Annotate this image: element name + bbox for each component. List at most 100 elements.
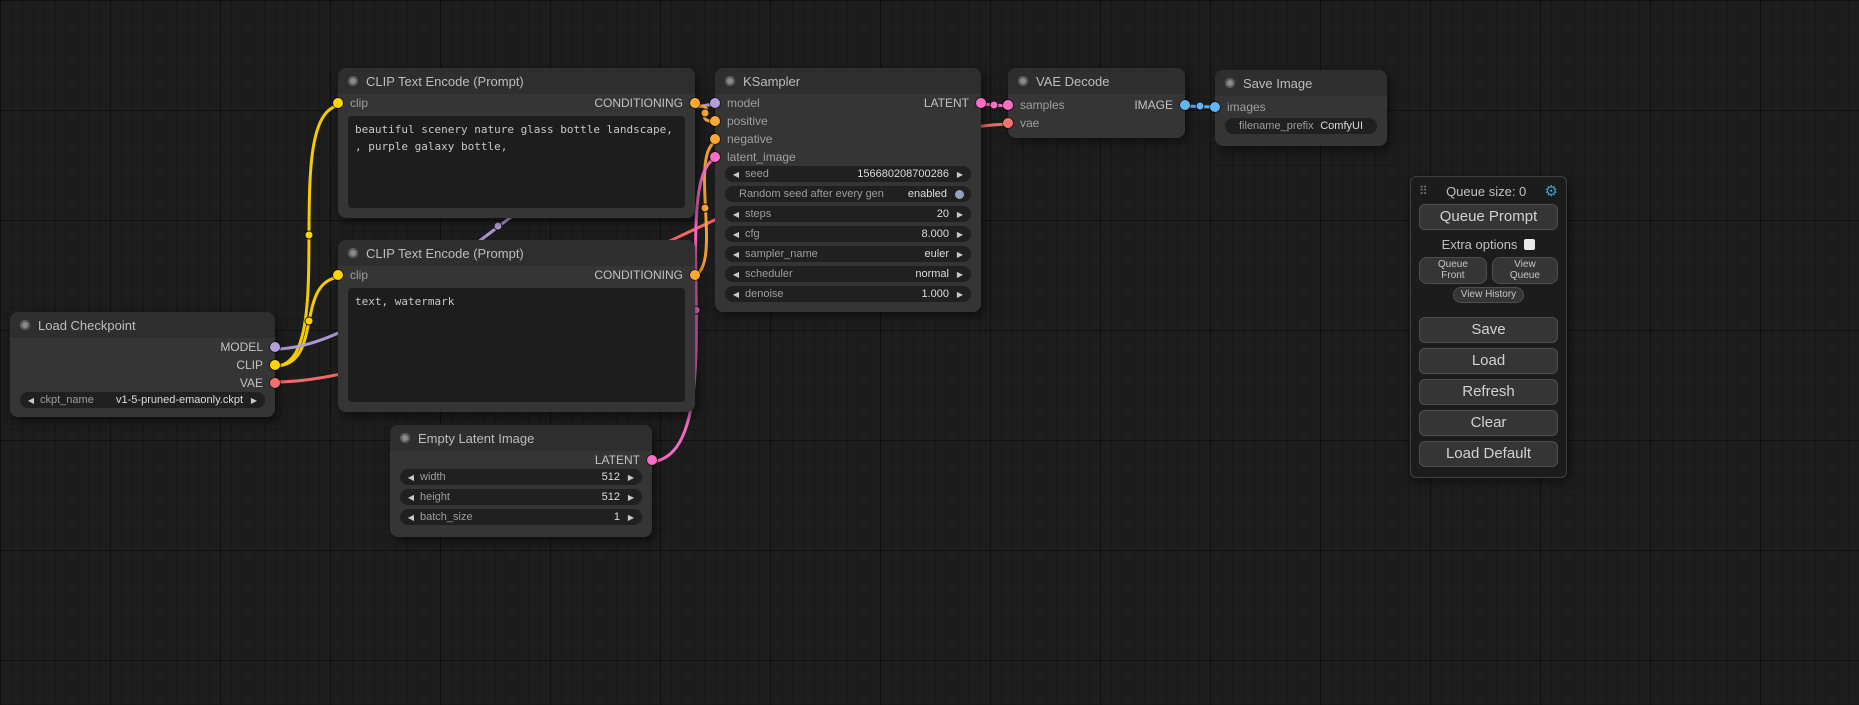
decrement-icon[interactable]: ◀ [406,473,416,482]
prev-value-icon[interactable]: ◀ [731,270,741,279]
widget-value: normal [915,268,949,280]
empty-latent-image-node[interactable]: Empty Latent Image LATENT ◀ width 512 ▶ … [390,425,652,537]
collapse-dot-icon[interactable] [348,76,358,86]
denoise-widget[interactable]: ◀ denoise 1.000 ▶ [725,286,971,302]
extra-options-row: Extra options [1419,234,1558,254]
seed-widget[interactable]: ◀ seed 156680208700286 ▶ [725,166,971,182]
wire-midpoint-dot [701,109,709,117]
scheduler-widget[interactable]: ◀ scheduler normal ▶ [725,266,971,282]
extra-options-checkbox[interactable] [1524,239,1535,250]
clip-text-encode-positive-node[interactable]: CLIP Text Encode (Prompt) clip CONDITION… [338,68,695,218]
decrement-icon[interactable]: ◀ [731,290,741,299]
port-row: clip CONDITIONING [338,94,695,112]
increment-icon[interactable]: ▶ [955,230,965,239]
steps-widget[interactable]: ◀ steps 20 ▶ [725,206,971,222]
node-title-bar: CLIP Text Encode (Prompt) [338,240,695,266]
model-input-port[interactable] [710,98,720,108]
ksampler-node[interactable]: KSampler model LATENT positive negative … [715,68,981,312]
latent-image-input-port[interactable] [710,152,720,162]
vae-decode-node[interactable]: VAE Decode samples IMAGE vae [1008,68,1185,138]
drag-handle-icon[interactable]: ⠿ [1419,184,1428,198]
clip-text-encode-negative-node[interactable]: CLIP Text Encode (Prompt) clip CONDITION… [338,240,695,412]
port-label: vae [1020,116,1039,130]
save-button[interactable]: Save [1419,317,1558,343]
queue-prompt-button[interactable]: Queue Prompt [1419,204,1558,230]
widget-label: ckpt_name [40,394,94,406]
next-value-icon[interactable]: ▶ [249,396,259,405]
node-title-bar: KSampler [715,68,981,94]
image-output-port[interactable] [1180,100,1190,110]
load-button[interactable]: Load [1419,348,1558,374]
load-default-button[interactable]: Load Default [1419,441,1558,467]
save-image-node[interactable]: Save Image images filename_prefix ComfyU… [1215,70,1387,146]
port-row: vae [1008,114,1185,132]
positive-input-port[interactable] [710,116,720,126]
node-title: VAE Decode [1036,74,1109,89]
conditioning-output-port[interactable] [690,98,700,108]
collapse-dot-icon[interactable] [20,320,30,330]
clip-input-port[interactable] [333,98,343,108]
port-row: positive [715,112,981,130]
random-seed-toggle[interactable]: Random seed after every gen enabled [725,186,971,202]
prev-value-icon[interactable]: ◀ [26,396,36,405]
collapse-dot-icon[interactable] [400,433,410,443]
ckpt-name-widget[interactable]: ◀ ckpt_name v1-5-pruned-emaonly.ckpt ▶ [20,392,265,408]
conditioning-output-port[interactable] [690,270,700,280]
increment-icon[interactable]: ▶ [626,473,636,482]
decrement-icon[interactable]: ◀ [406,513,416,522]
filename-prefix-widget[interactable]: filename_prefix ComfyUI [1225,118,1377,134]
sampler-name-widget[interactable]: ◀ sampler_name euler ▶ [725,246,971,262]
node-title-bar: VAE Decode [1008,68,1185,94]
node-title: Load Checkpoint [38,318,136,333]
queue-size-label: Queue size: 0 [1428,184,1545,199]
vae-input-port[interactable] [1003,118,1013,128]
latent-output-port[interactable] [647,455,657,465]
decrement-icon[interactable]: ◀ [731,230,741,239]
positive-prompt-textarea[interactable]: beautiful scenery nature glass bottle la… [348,116,685,208]
collapse-dot-icon[interactable] [725,76,735,86]
clear-button[interactable]: Clear [1419,410,1558,436]
images-input-port[interactable] [1210,102,1220,112]
widget-value: v1-5-pruned-emaonly.ckpt [116,394,243,406]
increment-icon[interactable]: ▶ [955,290,965,299]
node-graph-canvas[interactable]: Load Checkpoint MODEL CLIP VAE ◀ ckpt_na… [0,0,1859,705]
clip-input-port[interactable] [333,270,343,280]
port-row: model LATENT [715,94,981,112]
refresh-button[interactable]: Refresh [1419,379,1558,405]
collapse-dot-icon[interactable] [1225,78,1235,88]
collapse-dot-icon[interactable] [348,248,358,258]
vae-output-port[interactable] [270,378,280,388]
view-history-button[interactable]: View History [1453,287,1524,303]
load-checkpoint-node[interactable]: Load Checkpoint MODEL CLIP VAE ◀ ckpt_na… [10,312,275,417]
next-value-icon[interactable]: ▶ [955,250,965,259]
cfg-widget[interactable]: ◀ cfg 8.000 ▶ [725,226,971,242]
increment-icon[interactable]: ▶ [626,513,636,522]
widget-label: steps [745,208,771,220]
port-row: negative [715,130,981,148]
increment-icon[interactable]: ▶ [955,170,965,179]
model-output-port[interactable] [270,342,280,352]
samples-input-port[interactable] [1003,100,1013,110]
batch-size-widget[interactable]: ◀ batch_size 1 ▶ [400,509,642,525]
port-label: latent_image [727,150,796,164]
prev-value-icon[interactable]: ◀ [731,250,741,259]
decrement-icon[interactable]: ◀ [731,170,741,179]
negative-input-port[interactable] [710,134,720,144]
widget-label: Random seed after every gen [739,188,884,200]
queue-front-button[interactable]: Queue Front [1419,257,1487,284]
width-widget[interactable]: ◀ width 512 ▶ [400,469,642,485]
decrement-icon[interactable]: ◀ [406,493,416,502]
latent-output-port[interactable] [976,98,986,108]
negative-prompt-textarea[interactable]: text, watermark [348,288,685,402]
decrement-icon[interactable]: ◀ [731,210,741,219]
next-value-icon[interactable]: ▶ [955,270,965,279]
increment-icon[interactable]: ▶ [955,210,965,219]
collapse-dot-icon[interactable] [1018,76,1028,86]
port-row: samples IMAGE [1008,96,1185,114]
height-widget[interactable]: ◀ height 512 ▶ [400,489,642,505]
widget-value: euler [925,248,949,260]
settings-gear-icon[interactable]: ⚙ [1545,184,1558,199]
increment-icon[interactable]: ▶ [626,493,636,502]
clip-output-port[interactable] [270,360,280,370]
view-queue-button[interactable]: View Queue [1492,257,1558,284]
